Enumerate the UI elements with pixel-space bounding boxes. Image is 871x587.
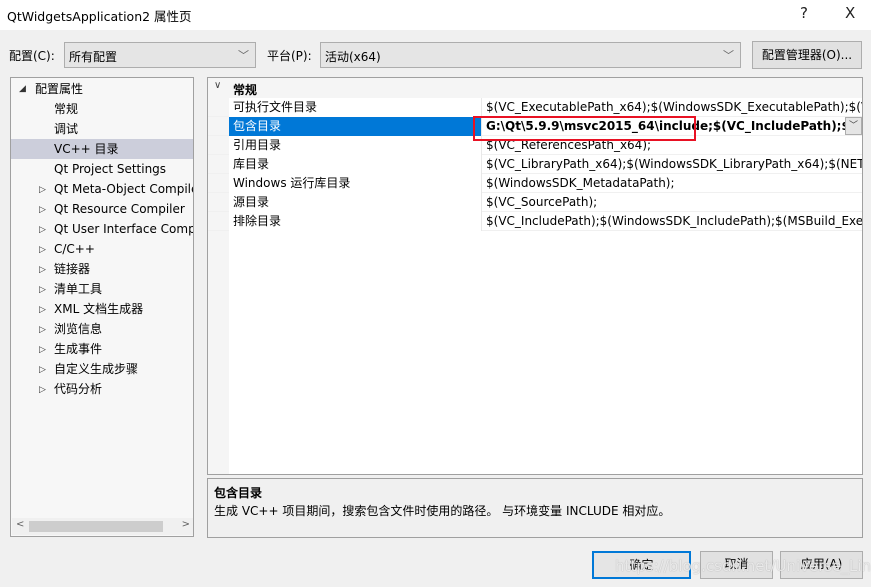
property-name: 可执行文件目录 [229, 98, 482, 117]
config-value: 所有配置 [69, 50, 118, 64]
tree-item[interactable]: ▷ 生成事件 [11, 339, 193, 359]
platform-select[interactable]: 活动(x64) ﹀ [320, 42, 741, 68]
property-row[interactable]: 源目录 $(VC_SourcePath); [208, 193, 862, 212]
property-name: 引用目录 [229, 136, 482, 155]
collapsed-triangle-icon[interactable]: ▷ [39, 320, 46, 340]
platform-label: 平台(P): [267, 49, 312, 63]
tree-item[interactable]: ▷ 代码分析 [11, 379, 193, 399]
collapse-chevron-icon[interactable]: ∨ [214, 80, 221, 91]
title-bar: QtWidgetsApplication2 属性页 ? X [0, 0, 871, 30]
property-value[interactable]: $(WindowsSDK_MetadataPath); [482, 174, 862, 193]
tree-item[interactable]: ▷ C/C++ [11, 239, 193, 259]
scroll-left-icon[interactable]: < [16, 519, 24, 530]
collapsed-triangle-icon[interactable]: ▷ [39, 360, 46, 380]
property-value[interactable]: $(VC_LibraryPath_x64);$(WindowsSDK_Libra… [482, 155, 862, 174]
property-row[interactable]: 排除目录 $(VC_IncludePath);$(WindowsSDK_Inclu… [208, 212, 862, 231]
collapsed-triangle-icon[interactable]: ▷ [39, 260, 46, 280]
tree-item[interactable]: ▷Qt User Interface Compiler [11, 219, 193, 239]
scroll-right-icon[interactable]: > [182, 519, 190, 530]
tree-item[interactable]: ▷ 浏览信息 [11, 319, 193, 339]
property-name: 源目录 [229, 193, 482, 212]
tree-item[interactable]: 常规 [11, 99, 193, 119]
horizontal-scrollbar[interactable]: < > [12, 518, 193, 535]
config-manager-button[interactable]: 配置管理器(O)... [752, 41, 862, 69]
property-name: 排除目录 [229, 212, 482, 231]
tree-item[interactable]: ▷ Qt Resource Compiler [11, 199, 193, 219]
collapsed-triangle-icon[interactable]: ▷ [39, 280, 46, 300]
config-select[interactable]: 所有配置 ﹀ [64, 42, 256, 68]
collapsed-triangle-icon[interactable]: ▷ [39, 200, 46, 220]
property-value[interactable]: $(VC_SourcePath); [482, 193, 862, 212]
config-label: 配置(C): [9, 49, 55, 63]
tree-item[interactable]: ▷ Qt Meta-Object Compiler [11, 179, 193, 199]
tree-item[interactable]: VC++ 目录 [11, 139, 193, 159]
collapsed-triangle-icon[interactable]: ▷ [39, 380, 46, 400]
property-row[interactable]: 库目录 $(VC_LibraryPath_x64);$(WindowsSDK_Li… [208, 155, 862, 174]
watermark: https://blog.csdn.net/Universe_Lin [615, 557, 871, 575]
description-text: 生成 VC++ 项目期间，搜索包含文件时使用的路径。 与环境变量 INCLUDE… [214, 504, 671, 518]
tree-item[interactable]: Qt Project Settings [11, 159, 193, 179]
tree-item[interactable]: ▷ 清单工具 [11, 279, 193, 299]
property-row[interactable]: Windows 运行库目录 $(WindowsSDK_MetadataPath); [208, 174, 862, 193]
window-title: QtWidgetsApplication2 属性页 [7, 9, 192, 24]
collapsed-triangle-icon[interactable]: ▷ [39, 340, 46, 360]
collapsed-triangle-icon[interactable]: ▷ [39, 180, 46, 200]
chevron-down-icon: ﹀ [723, 49, 734, 62]
collapsed-triangle-icon[interactable]: ▷ [39, 220, 46, 240]
property-name: Windows 运行库目录 [229, 174, 482, 193]
highlight-box [473, 116, 696, 141]
help-button[interactable]: ? [800, 4, 808, 22]
property-value[interactable]: $(VC_IncludePath);$(WindowsSDK_IncludePa… [482, 212, 862, 231]
description-title: 包含目录 [214, 486, 263, 500]
property-row[interactable]: 可执行文件目录 $(VC_ExecutablePath_x64);$(Window… [208, 98, 862, 117]
tree-item[interactable]: ▷ 链接器 [11, 259, 193, 279]
property-tree: ◢ 配置属性 常规 调试 VC++ 目录 Qt Project Settings ▷ Qt… [10, 77, 194, 537]
collapsed-triangle-icon[interactable]: ▷ [39, 300, 46, 320]
tree-root[interactable]: ◢ 配置属性 [11, 79, 193, 99]
tree-item[interactable]: ▷ XML 文档生成器 [11, 299, 193, 319]
chevron-down-icon: ﹀ [238, 49, 249, 62]
collapsed-triangle-icon[interactable]: ▷ [39, 240, 46, 260]
platform-value: 活动(x64) [325, 50, 381, 64]
property-value[interactable]: $(VC_ExecutablePath_x64);$(WindowsSDK_Ex… [482, 98, 862, 117]
scroll-thumb[interactable] [29, 521, 163, 532]
close-button[interactable]: X [845, 4, 855, 22]
property-name: 包含目录 [229, 117, 482, 136]
description-panel: 包含目录 生成 VC++ 项目期间，搜索包含文件时使用的路径。 与环境变量 IN… [207, 478, 863, 538]
tree-item[interactable]: 调试 [11, 119, 193, 139]
expanded-triangle-icon[interactable]: ◢ [19, 79, 26, 99]
value-dropdown-button[interactable]: ﹀ [845, 117, 862, 135]
property-name: 库目录 [229, 155, 482, 174]
section-header[interactable]: ∨ 常规 [208, 78, 862, 98]
tree-item[interactable]: ▷ 自定义生成步骤 [11, 359, 193, 379]
